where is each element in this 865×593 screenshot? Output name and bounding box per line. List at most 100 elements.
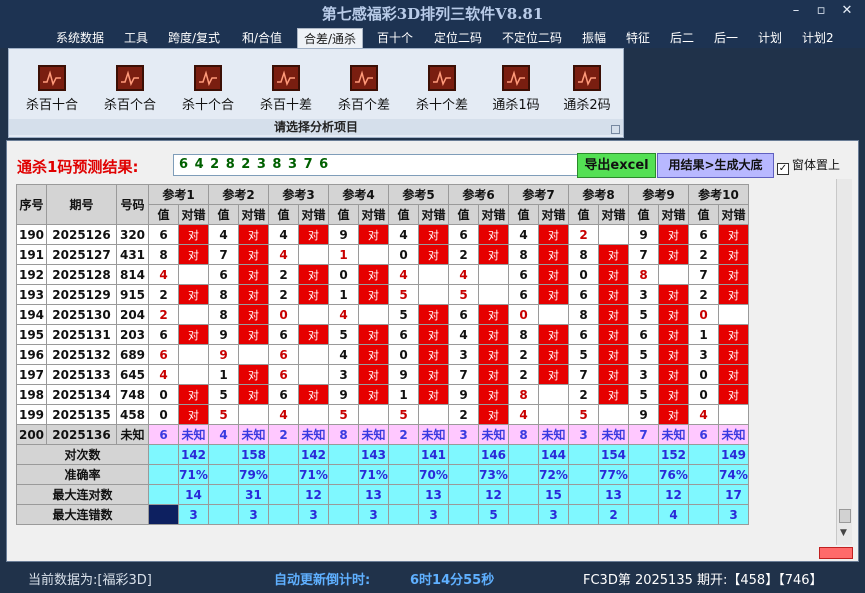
stats-value: 17 bbox=[718, 484, 749, 505]
prediction-result-field[interactable]: 6 4 2 8 2 3 8 3 7 6 bbox=[173, 154, 578, 176]
scrollbar-thumb[interactable] bbox=[839, 509, 851, 523]
menu-last-one[interactable]: 后一 bbox=[708, 28, 744, 48]
menu-unfixed-two[interactable]: 不定位二码 bbox=[496, 28, 568, 48]
period-cell: 2025135 bbox=[46, 404, 117, 425]
value-cell: 4 bbox=[148, 264, 179, 285]
value-cell: 2 bbox=[688, 284, 719, 305]
value-cell: 4 bbox=[268, 224, 299, 245]
ribbon-button-kill-bs-diff[interactable]: 杀百十差 bbox=[249, 65, 323, 117]
stats-row: 对次数 142 158 142 143 141 146 144 154 152 149 bbox=[16, 444, 749, 465]
value-cell: 7 bbox=[628, 244, 659, 265]
stats-empty-cell bbox=[328, 504, 359, 525]
ribbon-button-kill-bg-diff[interactable]: 杀百个差 bbox=[327, 65, 401, 117]
result-subheader: 对错 bbox=[298, 204, 329, 225]
result-cell: 对 bbox=[598, 344, 629, 365]
value-cell: 4 bbox=[388, 224, 419, 245]
menu-span-compound[interactable]: 跨度/复式 bbox=[162, 28, 226, 48]
menu-sum[interactable]: 和/合值 bbox=[236, 28, 288, 48]
ref-header: 参考7 bbox=[508, 184, 569, 205]
vertical-scrollbar[interactable]: ▼ bbox=[836, 179, 852, 545]
result-cell: 对 bbox=[238, 224, 269, 245]
value-cell: 2 bbox=[268, 264, 299, 285]
ribbon-button-kill-bg-sum[interactable]: 杀百个合 bbox=[93, 65, 167, 117]
export-excel-button[interactable]: 导出excel bbox=[577, 153, 656, 178]
result-cell bbox=[238, 344, 269, 365]
result-cell: 未知 bbox=[178, 424, 209, 445]
result-cell bbox=[298, 244, 329, 265]
result-cell: 对 bbox=[238, 264, 269, 285]
minimize-icon[interactable]: – bbox=[787, 4, 805, 18]
ribbon-button-kill-1-code[interactable]: 通杀1码 bbox=[479, 65, 553, 117]
data-grid: 序号 期号 号码 参考1 参考2 参考3 参考4 参考5 参考6 参考7 参考8 参考9 参考10 值对错… bbox=[16, 184, 766, 543]
ref-header: 参考3 bbox=[268, 184, 329, 205]
menu-amplitude[interactable]: 振幅 bbox=[576, 28, 612, 48]
value-cell: 1 bbox=[388, 384, 419, 405]
value-cell: 6 bbox=[688, 224, 719, 245]
value-cell: 4 bbox=[148, 364, 179, 385]
menu-plan[interactable]: 计划 bbox=[752, 28, 788, 48]
value-subheader: 值 bbox=[448, 204, 479, 225]
stats-empty-cell bbox=[568, 444, 599, 465]
checkbox-check-icon[interactable]: ✓ bbox=[777, 163, 789, 175]
ribbon-expand-icon[interactable] bbox=[611, 125, 620, 134]
value-cell: 4 bbox=[268, 244, 299, 265]
value-cell: 0 bbox=[328, 264, 359, 285]
stats-empty-cell bbox=[568, 464, 599, 485]
result-cell bbox=[178, 364, 209, 385]
result-cell bbox=[418, 404, 449, 425]
stats-value: 13 bbox=[598, 484, 629, 505]
value-cell: 3 bbox=[448, 344, 479, 365]
value-cell: 6 bbox=[628, 324, 659, 345]
menu-fixed-two[interactable]: 定位二码 bbox=[428, 28, 488, 48]
stats-empty-cell bbox=[508, 484, 539, 505]
value-cell: 5 bbox=[568, 344, 599, 365]
ribbon-button-kill-2-code[interactable]: 通杀2码 bbox=[550, 65, 624, 117]
main-panel: 通杀1码预测结果: 6 4 2 8 2 3 8 3 7 6 导出excel 用结… bbox=[6, 140, 859, 562]
seq-cell: 197 bbox=[16, 364, 47, 385]
number-header: 号码 bbox=[116, 184, 149, 225]
ref-header: 参考6 bbox=[448, 184, 509, 205]
menu-positions[interactable]: 百十个 bbox=[371, 28, 419, 48]
ribbon-button-kill-bs-sum[interactable]: 杀百十合 bbox=[15, 65, 89, 117]
result-cell: 对 bbox=[178, 384, 209, 405]
result-cell bbox=[178, 344, 209, 365]
menu-features[interactable]: 特征 bbox=[620, 28, 656, 48]
value-subheader: 值 bbox=[508, 204, 539, 225]
value-cell: 5 bbox=[208, 404, 239, 425]
menu-plan-2[interactable]: 计划2 bbox=[796, 28, 840, 48]
stats-value: 3 bbox=[298, 504, 329, 525]
result-cell: 未知 bbox=[478, 424, 509, 445]
generate-base-button[interactable]: 用结果>生成大底 bbox=[657, 153, 774, 178]
value-cell: 0 bbox=[148, 404, 179, 425]
result-cell: 对 bbox=[418, 364, 449, 385]
result-cell: 对 bbox=[718, 364, 749, 385]
value-cell: 5 bbox=[628, 304, 659, 325]
ribbon-button-kill-sg-diff[interactable]: 杀十个差 bbox=[405, 65, 479, 117]
stats-value: 158 bbox=[238, 444, 269, 465]
value-cell: 6 bbox=[568, 324, 599, 345]
value-cell: 6 bbox=[148, 424, 179, 445]
menu-sum-diff-kill[interactable]: 合差/通杀 bbox=[297, 28, 364, 48]
menu-last-two[interactable]: 后二 bbox=[664, 28, 700, 48]
value-cell: 4 bbox=[448, 264, 479, 285]
ribbon-button-label: 杀百十合 bbox=[25, 98, 78, 113]
value-cell: 7 bbox=[688, 264, 719, 285]
scroll-down-icon[interactable]: ▼ bbox=[840, 528, 847, 538]
menu-system-data[interactable]: 系统数据 bbox=[50, 28, 110, 48]
result-cell: 对 bbox=[718, 324, 749, 345]
ribbon-button-kill-sg-sum[interactable]: 杀十个合 bbox=[171, 65, 245, 117]
stay-on-top-checkbox[interactable]: ✓ 窗体置上 bbox=[777, 156, 840, 175]
stats-empty-cell bbox=[508, 444, 539, 465]
menu-tools[interactable]: 工具 bbox=[118, 28, 154, 48]
countdown-value: 6时14分55秒 bbox=[410, 573, 495, 588]
stats-empty-cell bbox=[328, 484, 359, 505]
close-icon[interactable]: ✕ bbox=[838, 4, 856, 18]
value-cell: 5 bbox=[328, 324, 359, 345]
result-cell: 对 bbox=[298, 264, 329, 285]
seq-cell: 200 bbox=[16, 424, 47, 445]
result-cell: 对 bbox=[658, 284, 689, 305]
result-cell bbox=[238, 404, 269, 425]
result-cell: 对 bbox=[418, 384, 449, 405]
result-cell: 对 bbox=[178, 224, 209, 245]
maximize-icon[interactable]: ▫ bbox=[812, 4, 830, 18]
